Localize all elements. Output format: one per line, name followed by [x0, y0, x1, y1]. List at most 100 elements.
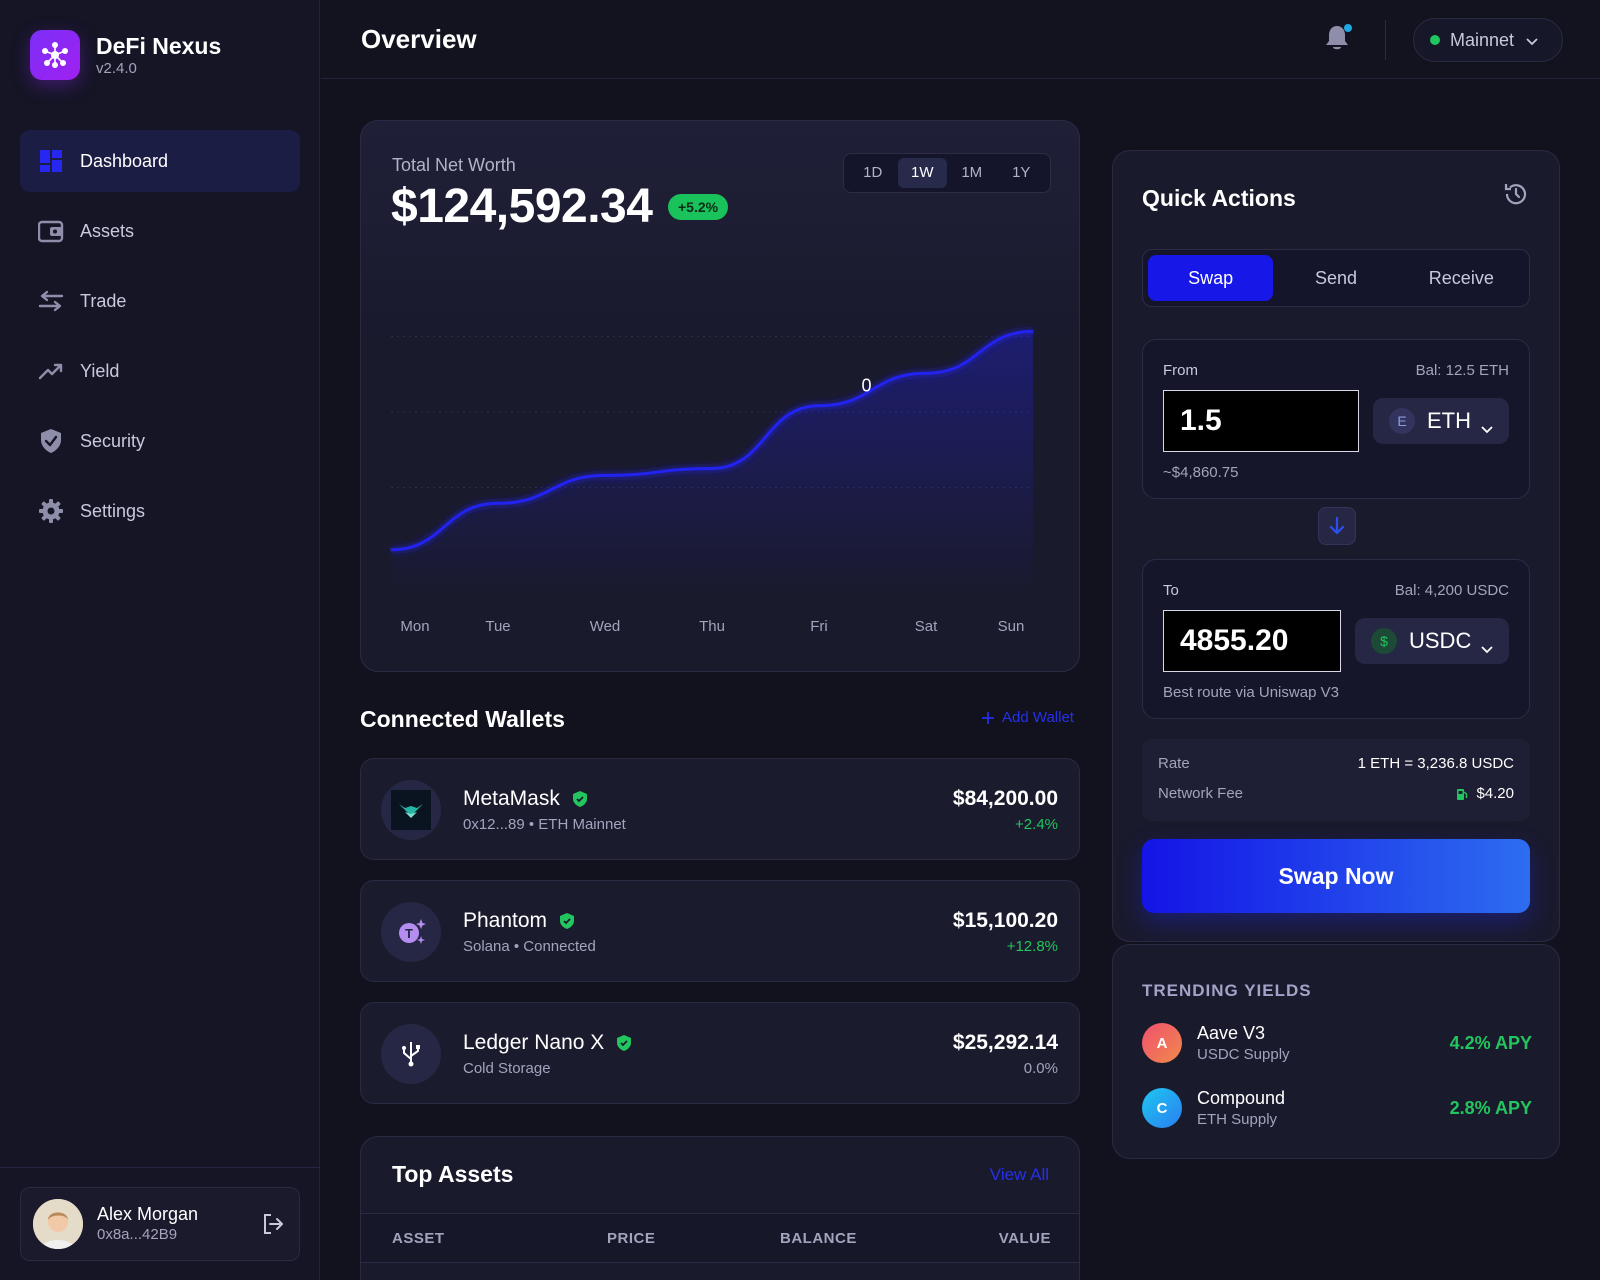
network-selector[interactable]: Mainnet: [1413, 18, 1563, 62]
user-address: 0x8a...42B9: [97, 1226, 178, 1243]
yield-apy: 2.8% APY: [1449, 1098, 1532, 1118]
add-wallet-button[interactable]: Add Wallet: [982, 709, 1074, 726]
wallet-change: +2.4%: [1015, 816, 1058, 833]
sidebar: DeFi Nexus v2.4.0 Dashboard Assets Trade: [0, 0, 320, 1280]
sidebar-nav: Dashboard Assets Trade Yield Security Se…: [20, 130, 300, 550]
from-token-selector[interactable]: E ETH: [1373, 398, 1509, 444]
yield-subtitle: USDC Supply: [1197, 1046, 1290, 1063]
tab-receive[interactable]: Receive: [1399, 255, 1524, 301]
sidebar-item-dashboard[interactable]: Dashboard: [20, 130, 300, 192]
range-1y-button[interactable]: 1Y: [997, 158, 1047, 188]
eth-token-icon: E: [1389, 408, 1415, 434]
chart-point[interactable]: [709, 465, 715, 471]
range-1d-button[interactable]: 1D: [848, 158, 898, 188]
page-title: Overview: [361, 24, 477, 54]
sidebar-item-settings[interactable]: Settings: [20, 480, 300, 542]
range-1w-button[interactable]: 1W: [897, 158, 947, 188]
logout-icon[interactable]: [259, 1210, 287, 1238]
column-header-value[interactable]: VALUE: [999, 1230, 1051, 1247]
history-icon[interactable]: [1503, 181, 1531, 209]
gear-icon: [38, 498, 64, 524]
yield-subtitle: ETH Supply: [1197, 1111, 1278, 1128]
range-1m-button[interactable]: 1M: [947, 158, 997, 188]
sidebar-divider: [0, 1167, 320, 1168]
sidebar-item-trade[interactable]: Trade: [20, 270, 300, 332]
metamask-fox-icon: [381, 780, 441, 840]
x-axis-tick-label: Wed: [590, 618, 621, 635]
sidebar-item-security[interactable]: Security: [20, 410, 300, 472]
from-amount-input[interactable]: [1163, 390, 1359, 452]
app-logo-icon: [30, 30, 80, 80]
sidebar-item-label: Assets: [80, 220, 135, 241]
quick-actions-tabs: Swap Send Receive: [1142, 249, 1530, 307]
from-usd-estimate: ~$4,860.75: [1163, 464, 1239, 481]
chart-point[interactable]: [388, 547, 394, 553]
tab-send[interactable]: Send: [1273, 255, 1398, 301]
column-header-price[interactable]: PRICE: [607, 1230, 655, 1247]
chart-hover-marker: 0: [861, 375, 871, 395]
chart-point[interactable]: [495, 500, 501, 506]
network-fee-value: $4.20: [1476, 785, 1514, 802]
app-version: v2.4.0: [96, 60, 137, 77]
x-axis-tick-label: Sun: [998, 618, 1025, 635]
wallet-card-phantom[interactable]: T Phantom Solana • Connected $15,100.20 …: [360, 880, 1080, 982]
sidebar-item-label: Trade: [80, 290, 127, 311]
view-all-link[interactable]: View All: [990, 1165, 1049, 1185]
to-amount-input[interactable]: [1163, 610, 1341, 672]
route-note: Best route via Uniswap V3: [1163, 684, 1339, 701]
verified-shield-icon: [560, 913, 575, 929]
wallet-name: Phantom: [463, 909, 548, 932]
to-label: To: [1163, 582, 1179, 599]
quick-actions-card: Quick Actions Swap Send Receive From Bal…: [1112, 150, 1560, 942]
wallet-name: MetaMask: [463, 787, 560, 810]
sidebar-item-label: Yield: [80, 360, 120, 381]
sidebar-item-assets[interactable]: Assets: [20, 200, 300, 262]
chart-point[interactable]: [816, 403, 822, 409]
notification-bell-icon[interactable]: [1324, 24, 1354, 54]
yield-name: Aave V3: [1197, 1023, 1266, 1043]
to-balance: Bal: 4,200 USDC: [1394, 582, 1509, 599]
tab-swap[interactable]: Swap: [1148, 255, 1274, 301]
usb-icon: [381, 1024, 441, 1084]
compound-icon: C: [1142, 1088, 1182, 1128]
wallet-card-ledger[interactable]: Ledger Nano X Cold Storage $25,292.14 0.…: [360, 1002, 1080, 1104]
chart-point[interactable]: [602, 472, 608, 478]
verified-shield-icon: [572, 791, 587, 807]
wallet-value: $84,200.00: [952, 787, 1058, 810]
swap-now-button[interactable]: Swap Now: [1142, 839, 1530, 913]
gas-pump-icon: [1457, 788, 1468, 800]
swap-arrows-icon: [38, 288, 64, 314]
notification-dot: [1344, 24, 1352, 32]
wallet-subtitle: Cold Storage: [463, 1060, 551, 1077]
rate-value: 1 ETH = 3,236.8 USDC: [1357, 755, 1514, 772]
wallet-change: 0.0%: [1023, 1060, 1058, 1077]
x-axis-tick-label: Sat: [915, 618, 938, 635]
chart-point[interactable]: [923, 370, 929, 376]
wallet-subtitle: Solana • Connected: [463, 938, 596, 955]
sidebar-item-yield[interactable]: Yield: [20, 340, 300, 402]
wallet-name: Ledger Nano X: [463, 1031, 605, 1054]
wallet-card-metamask[interactable]: MetaMask 0x12...89 • ETH Mainnet $84,200…: [360, 758, 1080, 860]
sidebar-item-label: Security: [80, 430, 146, 451]
trending-yields-title: TRENDING YIELDS: [1142, 981, 1312, 1000]
from-token-label: ETH: [1427, 408, 1471, 433]
user-card[interactable]: Alex Morgan 0x8a...42B9: [20, 1187, 300, 1261]
verified-shield-icon: [617, 1035, 632, 1051]
user-name: Alex Morgan: [97, 1204, 199, 1224]
yield-row-compound[interactable]: C Compound ETH Supply 2.8% APY: [1142, 1088, 1532, 1132]
chevron-down-icon: [1526, 30, 1538, 51]
column-header-asset[interactable]: ASSET: [392, 1230, 445, 1247]
net-worth-value: $124,592.34: [391, 180, 653, 233]
swap-direction-button[interactable]: [1318, 507, 1356, 545]
yield-row-aave[interactable]: A Aave V3 USDC Supply 4.2% APY: [1142, 1023, 1532, 1067]
wallet-subtitle: 0x12...89 • ETH Mainnet: [463, 816, 626, 833]
chart-point[interactable]: [1030, 328, 1036, 334]
from-balance: Bal: 12.5 ETH: [1415, 362, 1509, 379]
to-token-selector[interactable]: $ USDC: [1355, 618, 1509, 664]
x-axis-tick-label: Mon: [400, 618, 429, 635]
column-header-balance[interactable]: BALANCE: [780, 1230, 857, 1247]
top-assets-title: Top Assets: [392, 1161, 514, 1187]
dashboard-icon: [38, 148, 64, 174]
usdc-token-icon: $: [1371, 628, 1397, 654]
rate-label: Rate: [1158, 755, 1190, 772]
